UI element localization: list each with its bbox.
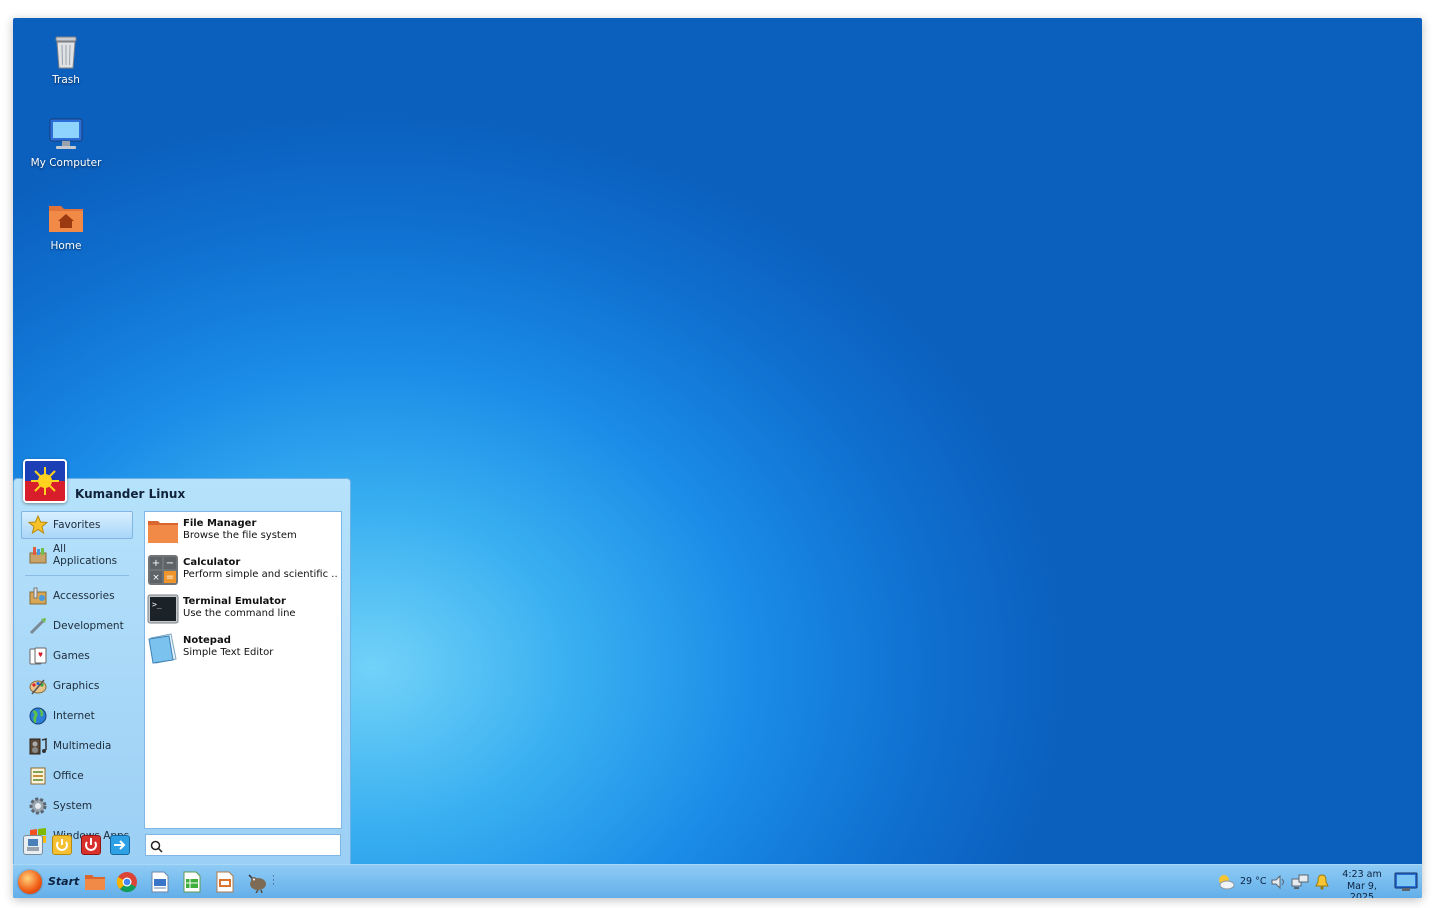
category-multimedia[interactable]: Multimedia — [21, 732, 133, 760]
app-description: Browse the file system — [183, 530, 297, 541]
volume-icon[interactable] — [1270, 873, 1288, 891]
writer-icon[interactable] — [149, 871, 171, 893]
trash-icon — [46, 32, 86, 72]
svg-text:−: − — [166, 558, 174, 569]
graphics-icon — [28, 676, 48, 696]
category-development[interactable]: Development — [21, 612, 133, 640]
app-name: Calculator — [183, 557, 241, 568]
network-icon[interactable] — [1291, 873, 1309, 891]
svg-text:×: × — [152, 573, 160, 583]
weather-icon[interactable] — [1216, 872, 1236, 892]
category-label: Graphics — [53, 680, 100, 692]
distro-logo — [23, 459, 67, 503]
clock-time[interactable]: 4:23 am — [1334, 869, 1390, 880]
search-icon — [150, 838, 163, 857]
impress-icon[interactable] — [214, 871, 236, 893]
svg-text:>_: >_ — [152, 600, 162, 609]
gear-icon — [28, 796, 48, 816]
home-folder-icon — [46, 198, 86, 238]
category-label: Development — [53, 620, 124, 632]
category-graphics[interactable]: Graphics — [21, 672, 133, 700]
calc-icon[interactable] — [181, 871, 203, 893]
file-manager-icon[interactable] — [84, 871, 106, 893]
app-item-terminal[interactable]: >_ Terminal Emulator Use the command line — [145, 590, 341, 629]
menu-title: Kumander Linux — [75, 487, 186, 501]
power-icon[interactable] — [81, 835, 101, 855]
svg-text:=: = — [166, 572, 174, 583]
app-name: Terminal Emulator — [183, 596, 286, 607]
menu-actions — [23, 835, 130, 855]
desktop-icon-label: Home — [50, 240, 82, 252]
taskbar: Start · · · 29 °C 4:23 am Mar 9, 2025 — [13, 864, 1422, 898]
category-list: Favorites All Applications Accessories D… — [21, 511, 133, 852]
category-office[interactable]: Office — [21, 762, 133, 790]
app-list: File Manager Browse the file system + − × = … — [144, 511, 342, 829]
category-system[interactable]: System — [21, 792, 133, 820]
desktop-icon-label: Trash — [52, 74, 80, 86]
start-button[interactable] — [18, 870, 42, 894]
category-label: Games — [53, 650, 90, 662]
desktop-icon-label: My Computer — [30, 157, 102, 169]
app-item-notepad[interactable]: Notepad Simple Text Editor — [145, 629, 341, 668]
category-label: System — [53, 800, 93, 812]
overflow-handle[interactable]: · · · — [272, 873, 275, 890]
computer-icon — [46, 115, 86, 155]
app-name: File Manager — [183, 518, 257, 529]
terminal-icon: >_ — [147, 593, 179, 625]
accessories-icon — [28, 586, 48, 606]
app-description: Use the command line — [183, 608, 296, 619]
development-icon — [28, 616, 48, 636]
app-description: Perform simple and scientific ... — [183, 569, 337, 580]
search-input[interactable] — [145, 834, 341, 856]
desktop-icon-trash[interactable]: Trash — [21, 32, 111, 86]
category-internet[interactable]: Internet — [21, 702, 133, 730]
calculator-icon: + − × = — [147, 554, 179, 586]
category-label: All Applications — [53, 543, 118, 567]
start-label[interactable]: Start — [48, 875, 79, 888]
notification-bell-icon[interactable] — [1313, 873, 1331, 891]
category-label: Multimedia — [53, 740, 112, 752]
folder-icon — [147, 515, 179, 547]
category-games[interactable]: Games — [21, 642, 133, 670]
switch-user-icon[interactable] — [110, 835, 130, 855]
category-label: Office — [53, 770, 84, 782]
weather-temperature: 29 °C — [1240, 876, 1267, 887]
category-accessories[interactable]: Accessories — [21, 582, 133, 610]
star-icon — [27, 514, 49, 535]
logout-icon[interactable] — [52, 835, 72, 855]
desktop-icon-home[interactable]: Home — [21, 198, 111, 252]
separator — [25, 575, 129, 576]
notepad-icon — [147, 632, 179, 664]
office-icon — [28, 766, 48, 786]
games-icon — [28, 646, 48, 666]
multimedia-icon — [28, 736, 48, 756]
app-item-file-manager[interactable]: File Manager Browse the file system — [145, 512, 341, 551]
chrome-icon[interactable] — [116, 871, 138, 893]
category-favorites[interactable]: Favorites — [21, 511, 133, 539]
settings-icon[interactable] — [23, 835, 43, 855]
category-all-applications[interactable]: All Applications — [21, 541, 133, 569]
app-description: Simple Text Editor — [183, 647, 274, 658]
category-label: Internet — [53, 710, 95, 722]
applications-icon — [28, 545, 48, 565]
app-name: Notepad — [183, 635, 231, 646]
desktop: Trash My Computer Home Kumander Linux Fa… — [13, 18, 1422, 898]
category-label: Favorites — [53, 519, 101, 531]
svg-text:+: + — [152, 558, 160, 569]
desktop-icon-my-computer[interactable]: My Computer — [21, 115, 111, 169]
category-label: Accessories — [53, 590, 115, 602]
app-item-calculator[interactable]: + − × = Calculator Perform simple and scient… — [145, 551, 341, 590]
globe-icon — [28, 706, 48, 726]
clock-date[interactable]: Mar 9, 2025 — [1334, 881, 1390, 898]
gimp-icon[interactable] — [246, 871, 268, 894]
show-desktop-icon[interactable] — [1394, 871, 1418, 893]
